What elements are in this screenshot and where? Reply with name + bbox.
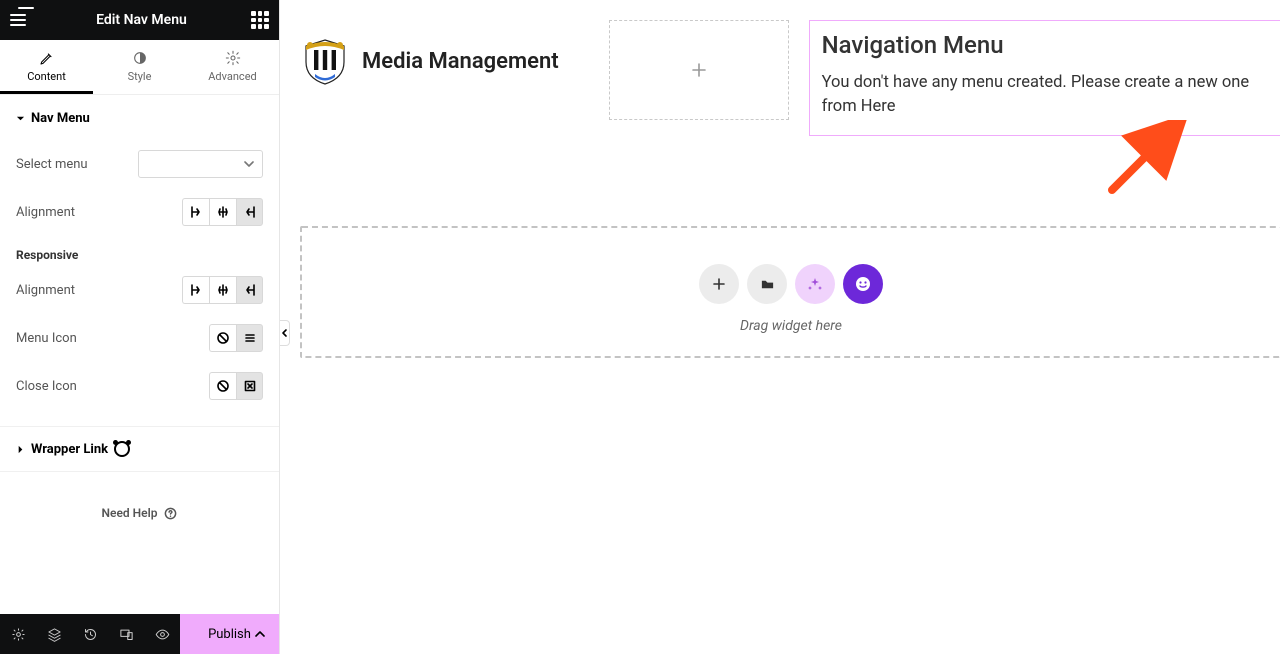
- header-section: Media Management Navigation Menu You don…: [300, 20, 1260, 136]
- gear-icon: [11, 627, 26, 642]
- close-icon-x-button[interactable]: [236, 372, 263, 400]
- align-left-button[interactable]: [182, 198, 209, 226]
- chevron-left-icon: [281, 328, 289, 338]
- add-template-button[interactable]: [747, 264, 787, 304]
- align-left-icon: [189, 205, 203, 219]
- section-nav-menu-title: Nav Menu: [31, 111, 90, 126]
- add-element-button[interactable]: [699, 264, 739, 304]
- select-menu-label: Select menu: [16, 157, 88, 172]
- devices-icon: [119, 627, 134, 642]
- panda-icon: [114, 441, 130, 457]
- ai-button[interactable]: [795, 264, 835, 304]
- publish-button[interactable]: Publish: [180, 614, 279, 654]
- nav-widget-title: Navigation Menu: [822, 31, 1268, 59]
- face-icon: [854, 275, 872, 293]
- editor-sidebar: Edit Nav Menu Content Style Advanced Nav…: [0, 0, 280, 654]
- notification-dot-icon: [18, 7, 34, 9]
- responsive-alignment-group: [182, 276, 263, 304]
- select-menu-dropdown[interactable]: [138, 150, 263, 178]
- menu-icon-label: Menu Icon: [16, 331, 77, 346]
- resp-align-right-button[interactable]: [236, 276, 263, 304]
- responsive-alignment-label: Alignment: [16, 283, 75, 298]
- elementor-ai-button[interactable]: [843, 264, 883, 304]
- wrapper-link-title: Wrapper Link: [31, 442, 108, 457]
- plus-icon: [711, 276, 727, 292]
- caret-right-icon: [16, 445, 25, 454]
- preview-button[interactable]: [144, 614, 180, 654]
- section-nav-menu-body: Select menu Alignment Responsive Alignme…: [0, 136, 279, 427]
- history-button[interactable]: [72, 614, 108, 654]
- folder-icon: [760, 276, 775, 291]
- responsive-heading: Responsive: [16, 236, 263, 266]
- nav-menu-widget[interactable]: Navigation Menu You don't have any menu …: [809, 20, 1280, 136]
- align-right-button[interactable]: [236, 198, 263, 226]
- chevron-up-icon: [253, 627, 267, 641]
- drop-zone-actions: [699, 264, 883, 304]
- align-center-icon: [216, 205, 230, 219]
- tab-content-label: Content: [27, 70, 66, 83]
- plus-icon: [689, 60, 709, 80]
- close-icon-label: Close Icon: [16, 379, 77, 394]
- tab-advanced[interactable]: Advanced: [186, 40, 279, 94]
- preview-canvas: Media Management Navigation Menu You don…: [280, 0, 1280, 654]
- close-icon-none-button[interactable]: [209, 372, 236, 400]
- responsive-button[interactable]: [108, 614, 144, 654]
- resp-align-left-button[interactable]: [182, 276, 209, 304]
- add-widget-slot[interactable]: [609, 20, 789, 120]
- ban-icon: [216, 331, 230, 345]
- nav-widget-message: You don't have any menu created. Please …: [822, 71, 1268, 119]
- drop-zone[interactable]: Drag widget here: [300, 226, 1280, 358]
- history-icon: [83, 627, 98, 642]
- hamburger-icon: [243, 331, 257, 345]
- brand-block: Media Management: [300, 20, 559, 86]
- sidebar-title: Edit Nav Menu: [96, 12, 187, 28]
- close-icon-group: [209, 372, 263, 400]
- chevron-down-icon: [244, 159, 254, 169]
- align-center-button[interactable]: [209, 198, 236, 226]
- contrast-icon: [132, 50, 148, 66]
- align-center-icon: [216, 283, 230, 297]
- tab-content[interactable]: Content: [0, 40, 93, 94]
- sidebar-header: Edit Nav Menu: [0, 0, 279, 40]
- sparkles-icon: [807, 276, 823, 292]
- sidebar-footer: Publish: [0, 614, 279, 654]
- resp-align-center-button[interactable]: [209, 276, 236, 304]
- help-icon: [164, 507, 177, 520]
- caret-down-icon: [16, 114, 25, 123]
- gear-icon: [225, 50, 241, 66]
- widgets-grid-icon[interactable]: [251, 11, 269, 29]
- nav-widget-here-link[interactable]: Here: [861, 97, 896, 116]
- close-box-icon: [243, 379, 257, 393]
- pencil-icon: [39, 50, 55, 66]
- navigator-button[interactable]: [36, 614, 72, 654]
- tab-style-label: Style: [128, 70, 152, 83]
- menu-icon-hamburger-button[interactable]: [236, 324, 263, 352]
- editor-tabs: Content Style Advanced: [0, 40, 279, 95]
- tab-advanced-label: Advanced: [208, 70, 256, 83]
- section-nav-menu-toggle[interactable]: Nav Menu: [0, 95, 279, 136]
- alignment-group: [182, 198, 263, 226]
- menu-icon-group: [209, 324, 263, 352]
- hamburger-icon[interactable]: [10, 9, 32, 31]
- settings-button[interactable]: [0, 614, 36, 654]
- site-logo: [300, 36, 350, 86]
- crest-icon: [300, 36, 350, 86]
- align-right-icon: [243, 205, 257, 219]
- ban-icon: [216, 379, 230, 393]
- eye-icon: [155, 627, 170, 642]
- site-title: Media Management: [362, 49, 559, 74]
- drop-zone-label: Drag widget here: [740, 318, 842, 334]
- align-right-icon: [243, 283, 257, 297]
- publish-label: Publish: [208, 627, 251, 642]
- menu-icon-none-button[interactable]: [209, 324, 236, 352]
- tab-style[interactable]: Style: [93, 40, 186, 94]
- annotation-arrow-icon: [1102, 120, 1192, 200]
- align-left-icon: [189, 283, 203, 297]
- layers-icon: [47, 627, 62, 642]
- section-wrapper-link-toggle[interactable]: Wrapper Link: [0, 427, 279, 472]
- collapse-sidebar-handle[interactable]: [280, 320, 290, 346]
- need-help-link[interactable]: Need Help: [0, 472, 279, 536]
- alignment-label: Alignment: [16, 205, 75, 220]
- need-help-label: Need Help: [102, 506, 158, 520]
